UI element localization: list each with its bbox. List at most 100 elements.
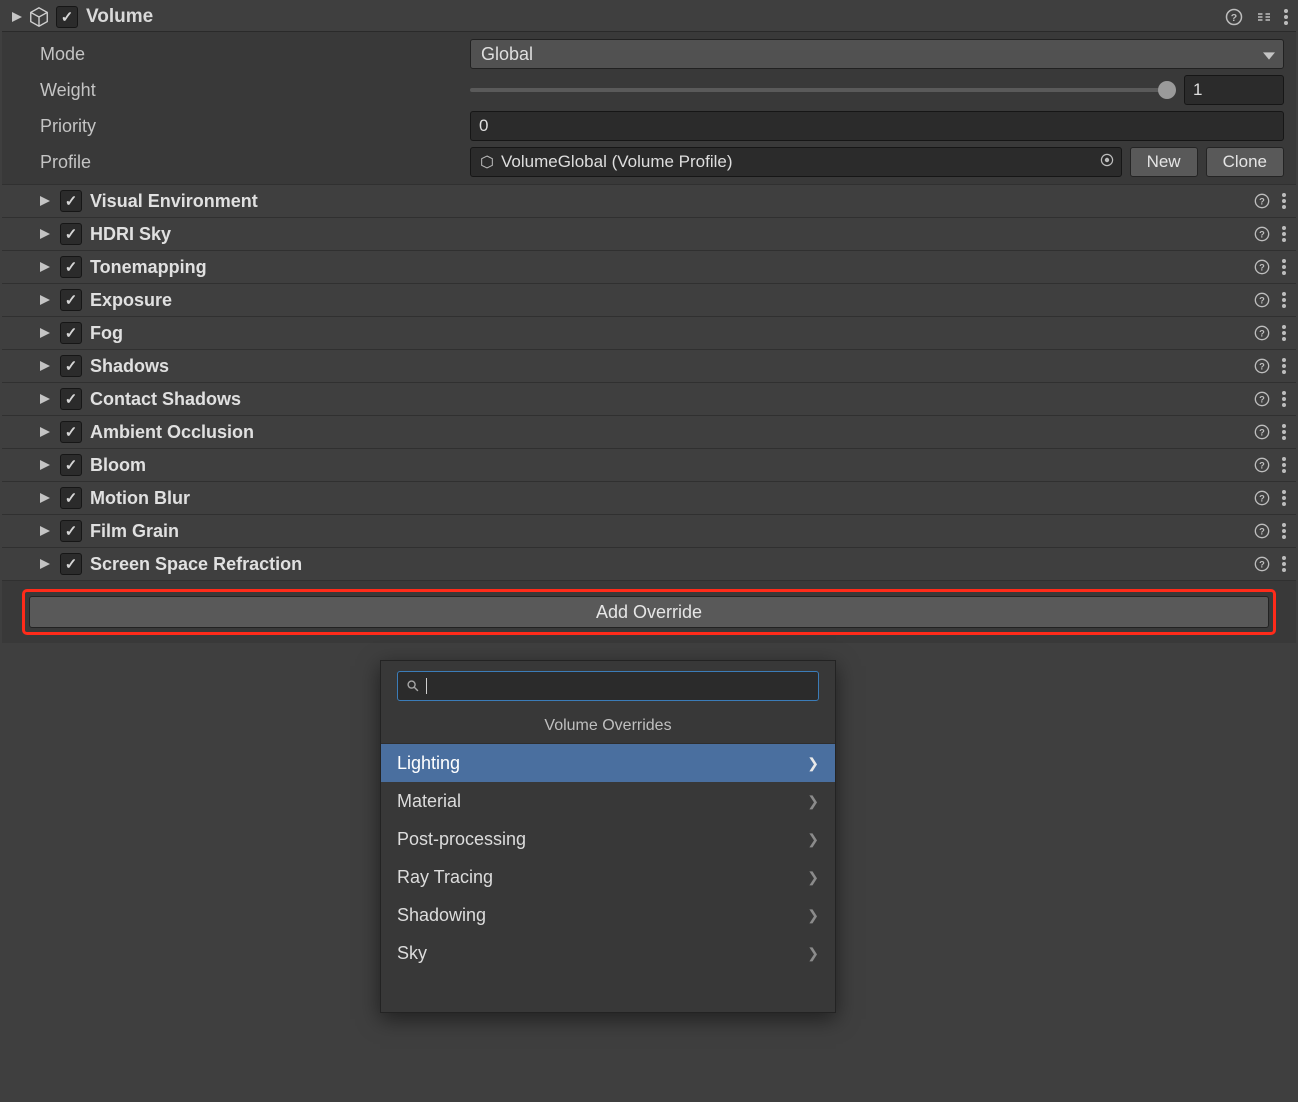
- override-context-menu-icon[interactable]: [1282, 523, 1286, 539]
- override-enable-checkbox[interactable]: [60, 289, 82, 311]
- profile-clone-button[interactable]: Clone: [1206, 147, 1284, 177]
- chevron-down-icon: [1263, 44, 1275, 65]
- object-picker-icon[interactable]: [1099, 152, 1115, 173]
- override-context-menu-icon[interactable]: [1282, 358, 1286, 374]
- help-icon[interactable]: ?: [1252, 554, 1272, 574]
- override-context-menu-icon[interactable]: [1282, 193, 1286, 209]
- override-row: Fog?: [2, 316, 1296, 349]
- override-enable-checkbox[interactable]: [60, 322, 82, 344]
- override-enable-checkbox[interactable]: [60, 520, 82, 542]
- help-icon[interactable]: ?: [1252, 356, 1272, 376]
- override-foldout-toggle[interactable]: [40, 328, 54, 338]
- override-enable-checkbox[interactable]: [60, 421, 82, 443]
- override-label: Bloom: [90, 455, 1252, 476]
- override-enable-checkbox[interactable]: [60, 553, 82, 575]
- override-enable-checkbox[interactable]: [60, 223, 82, 245]
- weight-row: Weight: [2, 72, 1296, 108]
- override-enable-checkbox[interactable]: [60, 388, 82, 410]
- mode-row: Mode Global: [2, 36, 1296, 72]
- override-foldout-toggle[interactable]: [40, 526, 54, 536]
- weight-input[interactable]: [1184, 75, 1284, 105]
- override-row: Shadows?: [2, 349, 1296, 382]
- mode-dropdown[interactable]: Global: [470, 39, 1284, 69]
- override-row: Visual Environment?: [2, 184, 1296, 217]
- override-category-item[interactable]: Post-processing❯: [381, 820, 835, 858]
- override-category-label: Ray Tracing: [397, 867, 493, 888]
- volume-component-icon: [28, 6, 50, 28]
- override-enable-checkbox[interactable]: [60, 190, 82, 212]
- chevron-right-icon: ❯: [807, 831, 819, 848]
- override-search-input[interactable]: [397, 671, 819, 701]
- help-icon[interactable]: ?: [1252, 290, 1272, 310]
- override-context-menu-icon[interactable]: [1282, 490, 1286, 506]
- priority-input[interactable]: 0: [470, 111, 1284, 141]
- override-row: Tonemapping?: [2, 250, 1296, 283]
- override-context-menu-icon[interactable]: [1282, 226, 1286, 242]
- preset-icon[interactable]: [1254, 7, 1274, 27]
- override-enable-checkbox[interactable]: [60, 256, 82, 278]
- search-icon: [406, 679, 420, 693]
- weight-label: Weight: [40, 80, 470, 101]
- override-foldout-toggle[interactable]: [40, 394, 54, 404]
- override-row: Film Grain?: [2, 514, 1296, 547]
- override-foldout-toggle[interactable]: [40, 229, 54, 239]
- help-icon[interactable]: ?: [1252, 521, 1272, 541]
- help-icon[interactable]: ?: [1252, 422, 1272, 442]
- override-row: Bloom?: [2, 448, 1296, 481]
- svg-text:?: ?: [1259, 361, 1265, 371]
- override-context-menu-icon[interactable]: [1282, 424, 1286, 440]
- override-foldout-toggle[interactable]: [40, 493, 54, 503]
- override-category-item[interactable]: Lighting❯: [381, 744, 835, 782]
- help-icon[interactable]: ?: [1252, 224, 1272, 244]
- weight-slider[interactable]: [470, 88, 1176, 92]
- component-context-menu-icon[interactable]: [1284, 9, 1288, 25]
- override-label: Screen Space Refraction: [90, 554, 1252, 575]
- weight-slider-handle[interactable]: [1158, 81, 1176, 99]
- override-foldout-toggle[interactable]: [40, 196, 54, 206]
- profile-new-button[interactable]: New: [1130, 147, 1198, 177]
- override-label: Visual Environment: [90, 191, 1252, 212]
- override-foldout-toggle[interactable]: [40, 361, 54, 371]
- override-category-item[interactable]: Material ❯: [381, 782, 835, 820]
- override-context-menu-icon[interactable]: [1282, 325, 1286, 341]
- override-category-item[interactable]: Ray Tracing❯: [381, 858, 835, 896]
- chevron-right-icon: ❯: [807, 755, 819, 772]
- component-header: Volume ?: [2, 2, 1296, 32]
- override-category-item[interactable]: Sky❯: [381, 934, 835, 972]
- override-context-menu-icon[interactable]: [1282, 292, 1286, 308]
- component-enable-checkbox[interactable]: [56, 6, 78, 28]
- override-context-menu-icon[interactable]: [1282, 457, 1286, 473]
- override-context-menu-icon[interactable]: [1282, 391, 1286, 407]
- override-enable-checkbox[interactable]: [60, 355, 82, 377]
- override-enable-checkbox[interactable]: [60, 487, 82, 509]
- help-icon[interactable]: ?: [1252, 323, 1272, 343]
- add-override-highlight: Add Override: [22, 589, 1276, 635]
- help-icon[interactable]: ?: [1252, 455, 1272, 475]
- override-foldout-toggle[interactable]: [40, 559, 54, 569]
- profile-row: Profile VolumeGlobal (Volume Profile) Ne…: [2, 144, 1296, 180]
- override-foldout-toggle[interactable]: [40, 295, 54, 305]
- override-category-item[interactable]: Shadowing❯: [381, 896, 835, 934]
- override-context-menu-icon[interactable]: [1282, 259, 1286, 275]
- help-icon[interactable]: ?: [1252, 389, 1272, 409]
- chevron-right-icon: ❯: [807, 793, 819, 810]
- svg-text:?: ?: [1259, 526, 1265, 536]
- foldout-toggle[interactable]: [10, 10, 24, 24]
- help-icon[interactable]: ?: [1252, 488, 1272, 508]
- add-override-button[interactable]: Add Override: [29, 596, 1269, 628]
- priority-row: Priority 0: [2, 108, 1296, 144]
- override-context-menu-icon[interactable]: [1282, 556, 1286, 572]
- help-icon[interactable]: ?: [1252, 257, 1272, 277]
- svg-text:?: ?: [1259, 427, 1265, 437]
- override-enable-checkbox[interactable]: [60, 454, 82, 476]
- profile-object-field[interactable]: VolumeGlobal (Volume Profile): [470, 147, 1122, 177]
- priority-value: 0: [479, 116, 488, 136]
- override-foldout-toggle[interactable]: [40, 262, 54, 272]
- svg-text:?: ?: [1231, 11, 1237, 23]
- help-icon[interactable]: ?: [1224, 7, 1244, 27]
- override-foldout-toggle[interactable]: [40, 427, 54, 437]
- override-row: Contact Shadows?: [2, 382, 1296, 415]
- help-icon[interactable]: ?: [1252, 191, 1272, 211]
- override-category-label: Material: [397, 791, 461, 812]
- override-foldout-toggle[interactable]: [40, 460, 54, 470]
